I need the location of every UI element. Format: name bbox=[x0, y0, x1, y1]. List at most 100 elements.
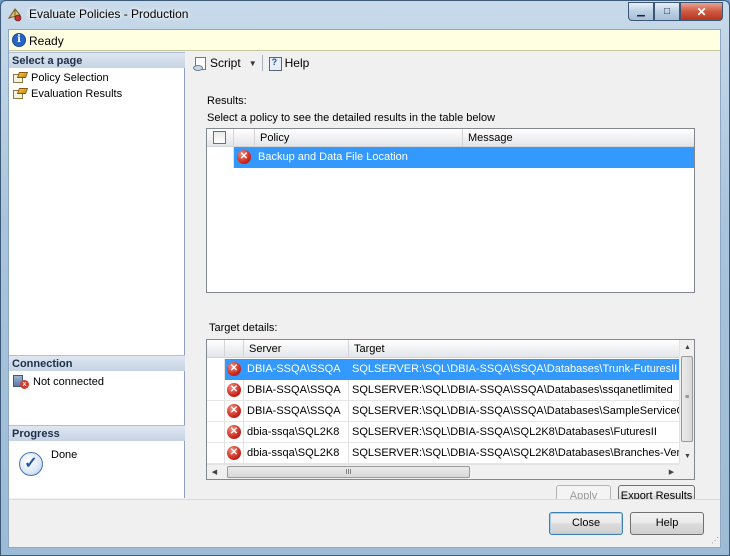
status-bar: i Ready bbox=[9, 30, 720, 51]
server-cell: DBIA-SSQA\SSQA bbox=[244, 359, 349, 380]
dialog-client-area: i Ready Select a page Policy Selection E… bbox=[8, 29, 721, 548]
progress-header: Progress bbox=[9, 425, 185, 441]
title-bar[interactable]: Evaluate Policies - Production ▁ □ ✕ bbox=[1, 1, 729, 27]
error-icon: ✕ bbox=[227, 446, 241, 460]
row-indicator-cell[interactable] bbox=[207, 422, 225, 443]
server-cell: dbia-ssqa\SQL2K8 bbox=[244, 422, 349, 443]
row-indicator-cell[interactable] bbox=[207, 443, 225, 464]
server-cell: DBIA-SSQA\SSQA bbox=[244, 401, 349, 422]
row-checkbox-cell[interactable] bbox=[207, 147, 234, 168]
error-icon: ✕ bbox=[227, 425, 241, 439]
row-status-cell: ✕ bbox=[225, 401, 244, 422]
row-status-cell: ✕ bbox=[234, 147, 255, 168]
help-toolbar-label: Help bbox=[284, 56, 310, 70]
row-indicator-cell[interactable] bbox=[207, 380, 225, 401]
info-icon: i bbox=[12, 33, 26, 47]
error-icon: ✕ bbox=[237, 150, 251, 164]
evaluate-policies-window: Evaluate Policies - Production ▁ □ ✕ i R… bbox=[0, 0, 730, 556]
results-grid-header: Policy Message bbox=[207, 129, 694, 147]
column-header-policy[interactable]: Policy bbox=[255, 129, 463, 147]
target-cell: SQLSERVER:\SQL\DBIA-SSQA\SQL2K8\Database… bbox=[349, 443, 681, 464]
message-cell bbox=[463, 147, 694, 168]
nav-item-label: Policy Selection bbox=[31, 72, 109, 84]
table-row[interactable]: ✕ DBIA-SSQA\SSQA SQLSERVER:\SQL\DBIA-SSQ… bbox=[207, 401, 681, 422]
server-cell: dbia-ssqa\SQL2K8 bbox=[244, 443, 349, 464]
row-status-cell: ✕ bbox=[225, 359, 244, 380]
row-status-cell: ✕ bbox=[225, 380, 244, 401]
resize-grip-icon[interactable]: ⋰ bbox=[709, 536, 719, 546]
nav-item-evaluation-results[interactable]: Evaluation Results bbox=[13, 86, 122, 102]
scroll-right-icon[interactable]: ▶ bbox=[664, 465, 679, 479]
close-button[interactable]: Close bbox=[549, 512, 623, 535]
column-header-target[interactable]: Target bbox=[349, 340, 681, 358]
server-disconnected-icon: x bbox=[13, 375, 29, 389]
maximize-icon: □ bbox=[663, 6, 671, 17]
minimize-icon: ▁ bbox=[637, 6, 645, 17]
table-row[interactable]: ✕ Backup and Data File Location bbox=[207, 147, 694, 168]
help-button[interactable]: Help bbox=[630, 512, 704, 535]
target-cell: SQLSERVER:\SQL\DBIA-SSQA\SSQA\Databases\… bbox=[349, 401, 681, 422]
close-window-button[interactable]: ✕ bbox=[680, 2, 723, 21]
scroll-left-icon[interactable]: ◀ bbox=[207, 465, 222, 479]
vertical-scroll-thumb[interactable]: ≡ bbox=[681, 356, 693, 442]
target-details-grid[interactable]: Server Target ✕ DBIA-SSQA\SSQA SQLSERVER… bbox=[206, 339, 695, 480]
column-header-server[interactable]: Server bbox=[244, 340, 349, 358]
script-label: Script bbox=[210, 56, 241, 70]
page-navigation-panel: Select a page Policy Selection Evaluatio… bbox=[9, 52, 185, 498]
scroll-up-icon[interactable]: ▲ bbox=[680, 340, 694, 355]
help-icon bbox=[268, 56, 282, 71]
row-indicator-cell[interactable] bbox=[207, 401, 225, 422]
connection-status[interactable]: x Not connected bbox=[13, 374, 104, 390]
chevron-down-icon[interactable]: ▼ bbox=[249, 59, 257, 68]
select-page-header: Select a page bbox=[9, 52, 185, 68]
column-header-message[interactable]: Message bbox=[463, 129, 694, 147]
nav-item-label: Evaluation Results bbox=[31, 88, 123, 100]
close-icon: ✕ bbox=[696, 4, 707, 19]
minimize-button[interactable]: ▁ bbox=[628, 2, 654, 21]
dialog-button-bar: Close Help ⋰ bbox=[9, 499, 720, 547]
page-icon bbox=[13, 88, 29, 100]
connection-header: Connection bbox=[9, 355, 185, 371]
script-icon bbox=[193, 56, 207, 71]
icon-column-header bbox=[234, 129, 255, 147]
row-status-cell: ✕ bbox=[225, 443, 244, 464]
connection-status-text: Not connected bbox=[33, 376, 104, 388]
select-all-checkbox[interactable] bbox=[213, 131, 226, 144]
policy-cell: Backup and Data File Location bbox=[255, 147, 463, 168]
table-row[interactable]: ✕ DBIA-SSQA\SSQA SQLSERVER:\SQL\DBIA-SSQ… bbox=[207, 380, 681, 401]
results-instruction: Select a policy to see the detailed resu… bbox=[207, 112, 496, 124]
target-cell: SQLSERVER:\SQL\DBIA-SSQA\SSQA\Databases\… bbox=[349, 380, 681, 401]
horizontal-scroll-thumb[interactable]: III bbox=[227, 466, 470, 478]
scroll-down-icon[interactable]: ▼ bbox=[680, 449, 694, 464]
vertical-scrollbar[interactable]: ▲ ≡ ▼ bbox=[679, 340, 694, 464]
sql-server-app-icon bbox=[7, 8, 22, 22]
target-cell: SQLSERVER:\SQL\DBIA-SSQA\SQL2K8\Database… bbox=[349, 422, 681, 443]
scroll-grip-icon: III bbox=[345, 469, 352, 476]
table-row[interactable]: ✕ DBIA-SSQA\SSQA SQLSERVER:\SQL\DBIA-SSQ… bbox=[207, 359, 681, 380]
done-checkmark-icon: ✓ bbox=[19, 452, 43, 476]
target-cell: SQLSERVER:\SQL\DBIA-SSQA\SSQA\Databases\… bbox=[349, 359, 681, 380]
row-indicator-cell[interactable] bbox=[207, 359, 225, 380]
table-row[interactable]: ✕ dbia-ssqa\SQL2K8 SQLSERVER:\SQL\DBIA-S… bbox=[207, 443, 681, 464]
horizontal-scrollbar[interactable]: ◀ III ▶ bbox=[207, 464, 681, 479]
page-toolbar: Script ▼ Help bbox=[186, 52, 720, 74]
results-label: Results: bbox=[207, 95, 247, 107]
select-all-header[interactable] bbox=[207, 129, 234, 147]
results-grid[interactable]: Policy Message ✕ Backup and Data File Lo… bbox=[206, 128, 695, 293]
status-text: Ready bbox=[29, 34, 64, 48]
target-details-label: Target details: bbox=[209, 322, 278, 334]
error-icon: ✕ bbox=[227, 383, 241, 397]
evaluation-results-page: Script ▼ Help Results: Select a policy t… bbox=[186, 52, 720, 507]
error-icon: ✕ bbox=[227, 362, 241, 376]
scroll-grip-icon: ≡ bbox=[684, 394, 690, 401]
window-title: Evaluate Policies - Production bbox=[29, 7, 189, 21]
script-button[interactable]: Script ▼ bbox=[190, 56, 260, 71]
nav-item-policy-selection[interactable]: Policy Selection bbox=[13, 70, 109, 86]
maximize-button[interactable]: □ bbox=[654, 2, 680, 21]
window-controls: ▁ □ ✕ bbox=[628, 2, 723, 21]
progress-status-text: Done bbox=[51, 449, 78, 461]
help-toolbar-button[interactable]: Help bbox=[265, 56, 313, 71]
row-status-cell: ✕ bbox=[225, 422, 244, 443]
error-icon: ✕ bbox=[227, 404, 241, 418]
table-row[interactable]: ✕ dbia-ssqa\SQL2K8 SQLSERVER:\SQL\DBIA-S… bbox=[207, 422, 681, 443]
